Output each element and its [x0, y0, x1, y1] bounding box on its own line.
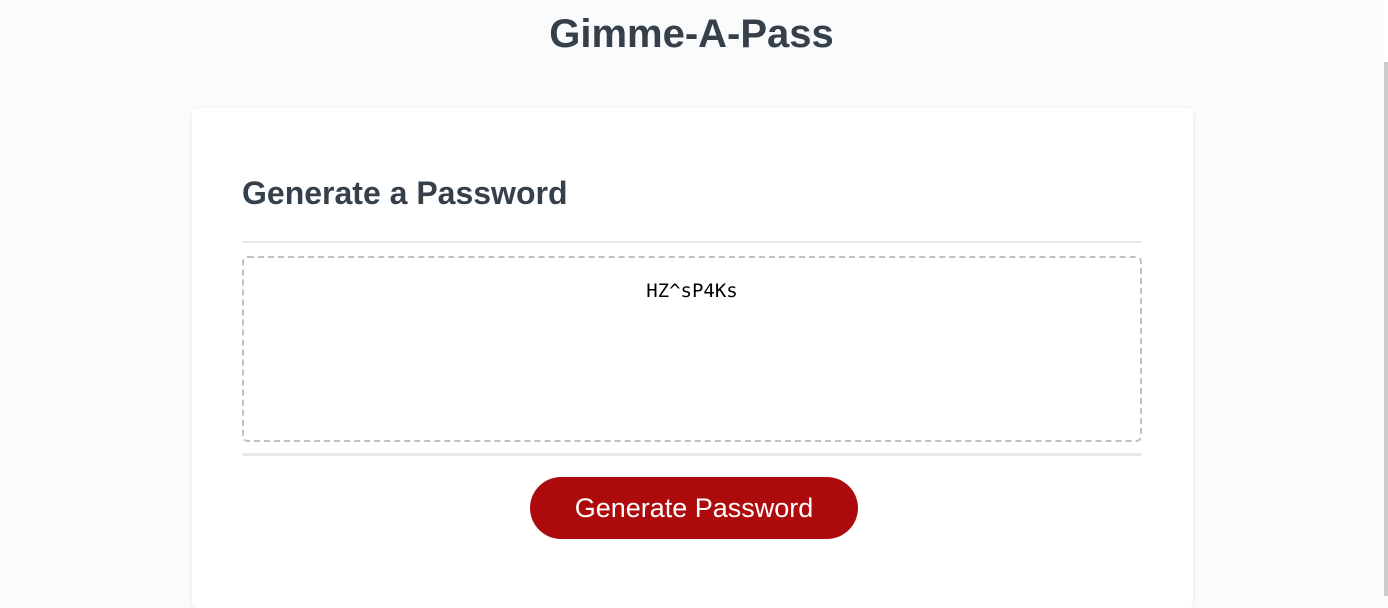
generate-password-button[interactable]: Generate Password [530, 477, 858, 539]
page-scrollbar[interactable] [1384, 0, 1388, 596]
card-body: HZ^sP4Ks [242, 256, 1142, 442]
card-header: Generate a Password [242, 171, 1142, 243]
app-title: Gimme-A-Pass [549, 12, 834, 56]
scrollbar-thumb[interactable] [1384, 62, 1388, 596]
password-card: Generate a Password HZ^sP4Ks Generate Pa… [192, 108, 1193, 608]
card-footer-divider [242, 453, 1142, 456]
password-output[interactable]: HZ^sP4Ks [242, 256, 1142, 442]
card-title: Generate a Password [242, 175, 568, 211]
